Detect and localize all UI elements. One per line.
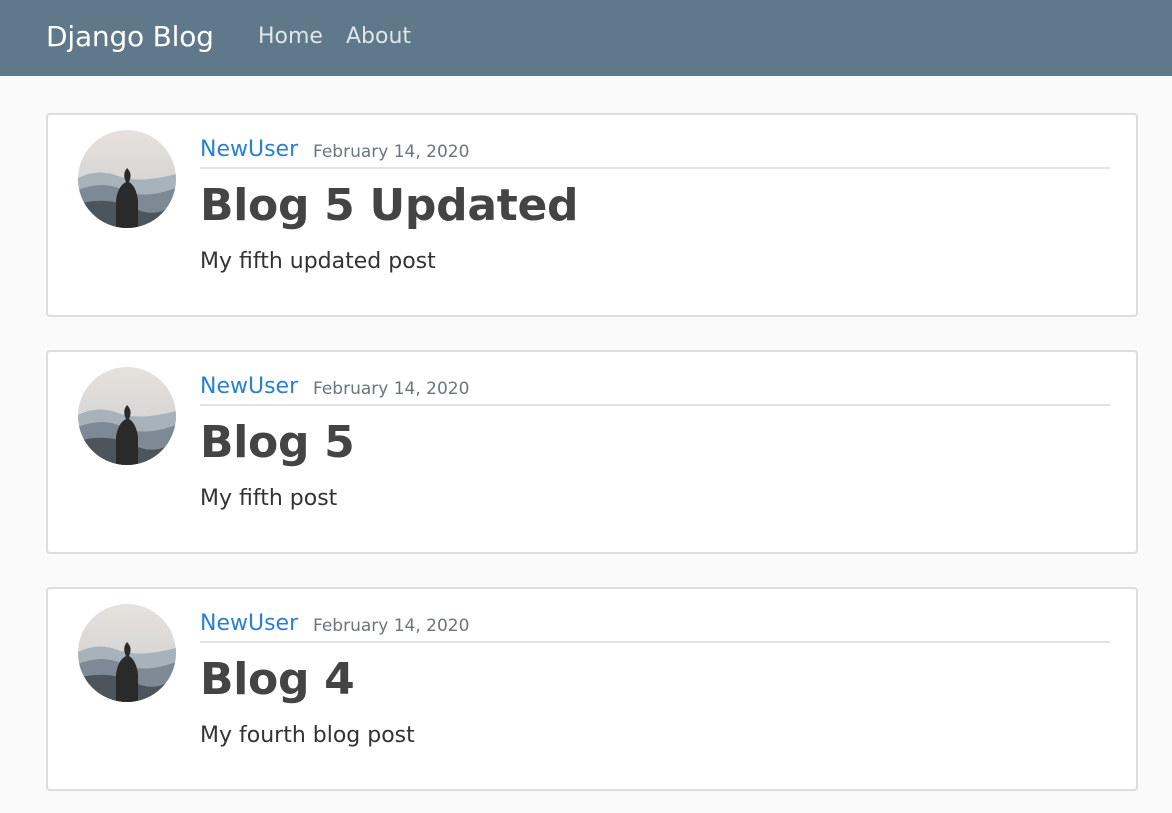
author-link[interactable]: NewUser — [200, 135, 298, 165]
post-meta: NewUser February 14, 2020 — [200, 372, 1110, 406]
post-title[interactable]: Blog 5 Updated — [200, 177, 578, 235]
author-avatar — [78, 130, 176, 228]
author-link[interactable]: NewUser — [200, 609, 298, 639]
top-navbar: Django Blog Home About — [0, 0, 1172, 76]
post-date: February 14, 2020 — [313, 142, 470, 162]
nav-home-link[interactable]: Home — [258, 21, 323, 53]
nav-about-link[interactable]: About — [346, 21, 411, 53]
post-date: February 14, 2020 — [313, 379, 470, 399]
avatar-image — [78, 604, 176, 702]
post-title[interactable]: Blog 4 — [200, 651, 355, 709]
post-card: NewUser February 14, 2020 Blog 5 My fift… — [46, 350, 1138, 554]
author-avatar — [78, 604, 176, 702]
post-content: My fifth updated post — [200, 249, 436, 274]
avatar-image — [78, 367, 176, 465]
post-meta: NewUser February 14, 2020 — [200, 609, 1110, 643]
post-content: My fifth post — [200, 486, 338, 511]
post-title[interactable]: Blog 5 — [200, 414, 355, 472]
author-link[interactable]: NewUser — [200, 372, 298, 402]
post-card: NewUser February 14, 2020 Blog 4 My four… — [46, 587, 1138, 791]
post-meta: NewUser February 14, 2020 — [200, 135, 1110, 169]
post-content: My fourth blog post — [200, 723, 415, 748]
avatar-image — [78, 130, 176, 228]
post-card: NewUser February 14, 2020 Blog 5 Updated… — [46, 113, 1138, 317]
author-avatar — [78, 367, 176, 465]
brand-link[interactable]: Django Blog — [46, 18, 214, 56]
post-date: February 14, 2020 — [313, 616, 470, 636]
